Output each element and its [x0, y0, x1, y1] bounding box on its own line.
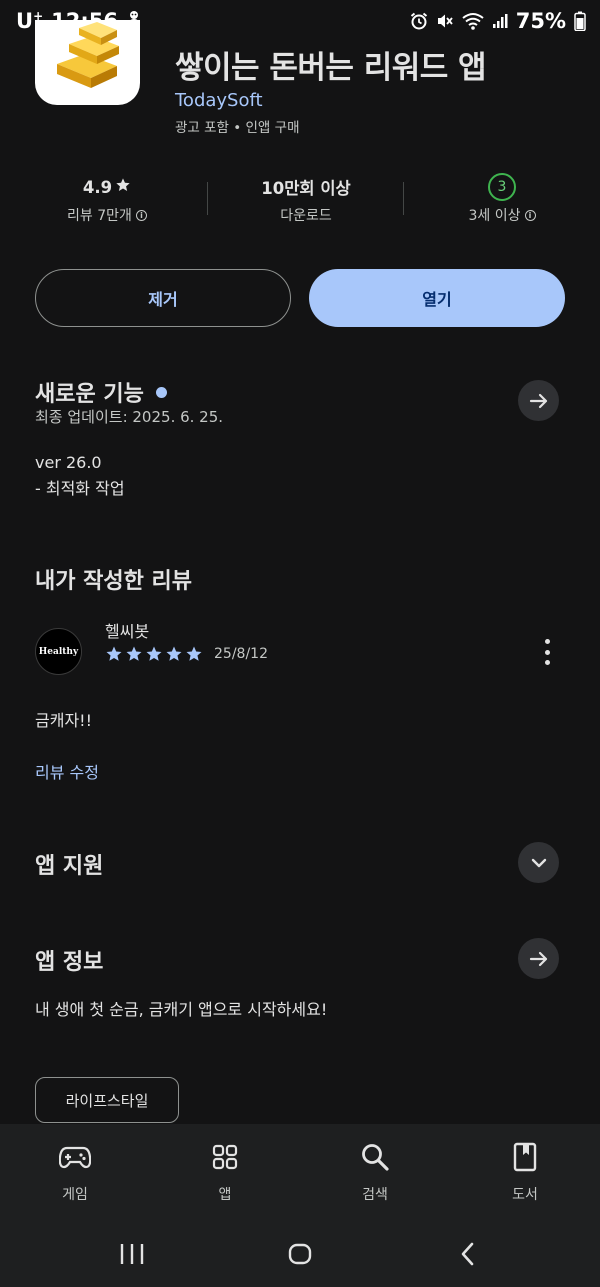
developer-link[interactable]: TodaySoft: [175, 90, 263, 111]
gamepad-icon: [59, 1138, 91, 1176]
avatar: Healthy: [35, 628, 82, 675]
info-icon: i: [524, 209, 536, 221]
edit-review-link[interactable]: 리뷰 수정: [35, 759, 99, 783]
stat-divider: [207, 182, 208, 215]
nav-search[interactable]: 검색: [325, 1138, 425, 1204]
more-options-icon[interactable]: [538, 639, 556, 665]
status-right: 75%: [410, 9, 586, 33]
stat-age-rating[interactable]: 3 3세 이상 i: [422, 173, 582, 225]
rating-label-row: 리뷰 7만개 i: [27, 205, 187, 225]
back-button[interactable]: [446, 1232, 490, 1276]
whats-new-arrow-button[interactable]: [518, 380, 559, 421]
app-support-expand-button[interactable]: [518, 842, 559, 883]
search-icon: [360, 1138, 390, 1176]
stat-rating[interactable]: 4.9 리뷰 7만개 i: [27, 175, 187, 225]
review-date: 25/8/12: [214, 646, 268, 662]
arrow-right-icon: [529, 951, 547, 966]
nav-search-label: 검색: [362, 1187, 388, 1203]
app-meta: 광고 포함 • 인앱 구매: [175, 120, 300, 136]
category-chip[interactable]: 라이프스타일: [35, 1077, 179, 1123]
alarm-icon: [410, 12, 428, 30]
app-icon: [35, 20, 140, 105]
nav-apps[interactable]: 앱: [175, 1138, 275, 1204]
about-arrow-button[interactable]: [518, 938, 559, 979]
release-notes-line: ver 26.0: [35, 453, 102, 472]
recent-apps-icon: [120, 1244, 144, 1264]
star-icon: [115, 177, 131, 197]
uninstall-button[interactable]: 제거: [35, 269, 291, 327]
nav-apps-label: 앱: [218, 1187, 232, 1203]
last-updated: 최종 업데이트: 2025. 6. 25.: [35, 408, 224, 426]
age-rating-badge: 3: [488, 173, 516, 201]
home-icon: [288, 1243, 312, 1265]
star-icon: [106, 646, 122, 661]
mute-icon: [436, 12, 454, 30]
reviewer-name: 헬씨봇: [105, 622, 150, 641]
downloads-label: 다운로드: [280, 208, 332, 224]
star-icon: [146, 646, 162, 661]
age-value-row: 3: [422, 173, 582, 201]
whats-new-header[interactable]: 새로운 기능: [35, 376, 167, 408]
rating-value: 4.9: [82, 177, 113, 197]
review-text: 금캐자!!: [35, 711, 92, 730]
avatar-text: Healthy: [38, 646, 79, 657]
age-label-row: 3세 이상 i: [422, 205, 582, 225]
back-icon: [461, 1242, 474, 1266]
age-label: 3세 이상: [468, 208, 521, 224]
star-icon: [186, 646, 202, 661]
nav-games[interactable]: 게임: [25, 1138, 125, 1204]
apps-grid-icon: [212, 1138, 238, 1176]
recent-apps-button[interactable]: [110, 1232, 154, 1276]
arrow-right-icon: [529, 393, 547, 408]
whats-new-title: 새로운 기능: [35, 382, 144, 407]
review-stars: [105, 645, 203, 663]
downloads-value: 10만회 이상: [261, 179, 351, 198]
wifi-icon: [462, 12, 484, 30]
star-icon: [166, 646, 182, 661]
signal-icon: [492, 13, 508, 29]
nav-books[interactable]: 도서: [475, 1138, 575, 1204]
battery-icon: [574, 11, 586, 31]
home-button[interactable]: [278, 1232, 322, 1276]
new-indicator-dot: [155, 386, 167, 398]
release-notes-line: - 최적화 작업: [35, 479, 125, 498]
rating-label: 리뷰 7만개: [67, 208, 132, 224]
nav-books-label: 도서: [512, 1187, 538, 1203]
about-title: 앱 정보: [35, 950, 104, 975]
chevron-down-icon: [531, 858, 546, 867]
rating-value-row: 4.9: [27, 175, 187, 199]
star-icon: [126, 646, 142, 661]
about-description: 내 생애 첫 순금, 금캐기 앱으로 시작하세요!: [35, 1000, 328, 1019]
info-icon: i: [135, 209, 147, 221]
app-title: 쌓이는 돈버는 리워드 앱: [175, 50, 487, 86]
app-support-title: 앱 지원: [35, 854, 104, 879]
stat-downloads: 10만회 이상 다운로드: [226, 175, 386, 225]
battery-percent: 75%: [515, 9, 566, 33]
gold-bars-icon: [57, 22, 119, 88]
nav-games-label: 게임: [62, 1187, 88, 1203]
my-review-title: 내가 작성한 리뷰: [35, 569, 192, 594]
stat-divider: [403, 182, 404, 215]
open-button[interactable]: 열기: [309, 269, 565, 327]
book-icon: [513, 1138, 537, 1176]
